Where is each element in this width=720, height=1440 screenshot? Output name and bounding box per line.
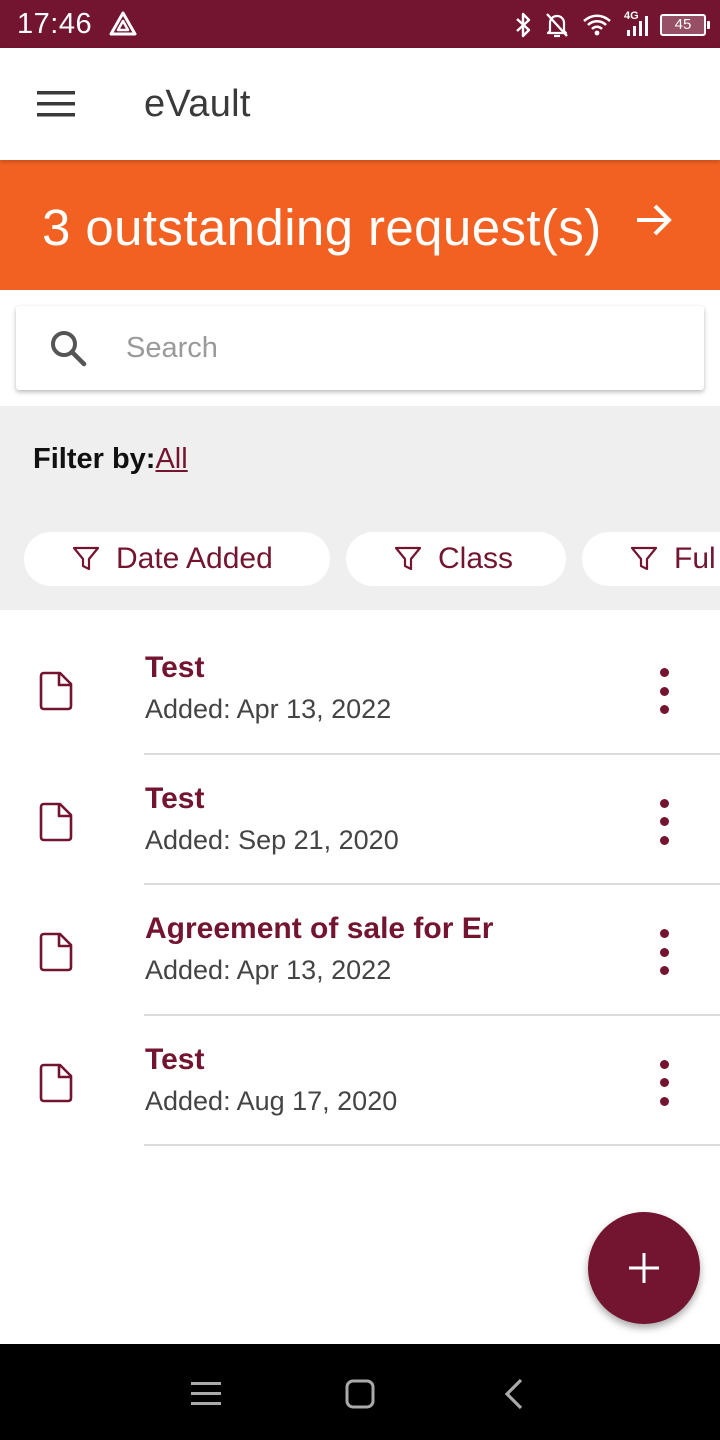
list-item[interactable]: Agreement of sale for Er Added: Apr 13, … (0, 885, 720, 1016)
divider (144, 1144, 720, 1146)
home-icon (345, 1379, 375, 1409)
search-input[interactable] (126, 326, 666, 370)
dot (659, 1096, 669, 1106)
document-icon (39, 1063, 73, 1102)
document-date: Added: Apr 13, 2022 (145, 955, 392, 985)
dot (659, 705, 669, 714)
filter-chip-label: Class (438, 542, 514, 575)
document-list: Test Added: Apr 13, 2022 Test Added: Sep… (0, 624, 720, 1146)
document-title: Test (145, 1042, 205, 1076)
document-date: Added: Sep 21, 2020 (145, 824, 399, 855)
dot (659, 1078, 669, 1087)
filter-value-link[interactable]: All (155, 443, 187, 475)
app-bar: eVault (0, 48, 720, 160)
outstanding-requests-banner[interactable]: 3 outstanding request(s) (0, 160, 720, 290)
filter-chip-date-added[interactable]: Date Added (24, 532, 330, 586)
battery-icon: 45 (660, 14, 710, 36)
dot (659, 817, 669, 826)
filter-chip-label: Date Added (116, 542, 273, 575)
back-button[interactable] (494, 1374, 534, 1414)
dot (659, 798, 669, 808)
document-date: Added: Apr 13, 2022 (145, 694, 392, 724)
filter-label: Filter by:All (33, 442, 188, 476)
more-options-button[interactable] (644, 798, 684, 845)
more-options-button[interactable] (644, 929, 684, 975)
status-time: 17:46 (17, 8, 93, 40)
dot (659, 947, 669, 957)
filter-chip-class[interactable]: Class (346, 532, 566, 586)
filter-label-text: Filter by: (33, 443, 156, 475)
filter-icon (394, 546, 422, 571)
wifi-icon (583, 14, 611, 36)
document-date: Added: Aug 17, 2020 (145, 1085, 398, 1116)
document-title: Agreement of sale for Er (145, 912, 494, 945)
plus-icon (629, 1253, 659, 1283)
list-item[interactable]: Test Added: Apr 13, 2022 (0, 624, 720, 755)
search-icon (51, 331, 87, 367)
filter-area: Filter by:All Date Added Class Ful (0, 406, 720, 610)
document-title: Test (145, 781, 205, 815)
filter-icon (630, 546, 658, 571)
recents-button[interactable] (186, 1374, 226, 1414)
filter-chip-label: Ful (674, 542, 716, 575)
filter-icon (72, 546, 100, 571)
dot (659, 929, 669, 938)
list-item[interactable]: Test Added: Sep 21, 2020 (0, 755, 720, 885)
arrow-right-icon (637, 204, 672, 236)
dot (659, 686, 669, 696)
back-icon (504, 1378, 523, 1410)
banner-text: 3 outstanding request(s) (42, 199, 602, 256)
list-item[interactable]: Test Added: Aug 17, 2020 (0, 1016, 720, 1146)
dot (659, 835, 669, 845)
home-button[interactable] (340, 1374, 380, 1414)
document-icon (39, 671, 73, 711)
filter-chip-full[interactable]: Ful (582, 532, 720, 586)
dot (659, 1059, 669, 1069)
recents-icon (191, 1382, 221, 1405)
menu-icon (37, 91, 75, 117)
signal-4g-icon: 4G (624, 10, 648, 38)
app-triangle-icon (109, 11, 137, 36)
status-icons: 4G 45 (514, 10, 710, 40)
more-options-button[interactable] (644, 1059, 684, 1106)
search-bar[interactable] (16, 306, 704, 390)
app-title: eVault (144, 83, 251, 125)
more-options-button[interactable] (644, 668, 684, 714)
add-document-button[interactable] (588, 1212, 700, 1324)
dot (659, 966, 669, 975)
document-icon (39, 802, 73, 841)
bluetooth-icon (516, 12, 531, 38)
mute-icon (546, 13, 568, 38)
document-icon (39, 932, 73, 972)
menu-button[interactable] (26, 78, 86, 130)
search-section (0, 290, 720, 406)
system-nav-bar (0, 1344, 720, 1440)
status-bar: 17:46 4G 45 (0, 0, 720, 48)
dot (659, 668, 669, 677)
document-title: Test (145, 651, 205, 684)
